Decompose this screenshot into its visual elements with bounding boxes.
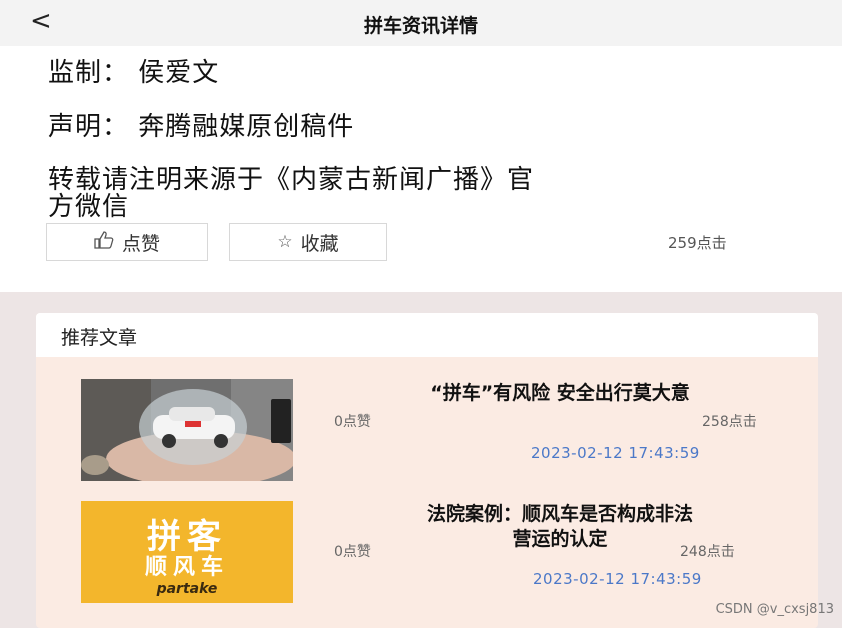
- article-title-1[interactable]: “拼车”有风险 安全出行莫大意: [336, 378, 784, 405]
- top-bar: < 拼车资讯详情: [0, 0, 842, 46]
- article-thumbnail-2[interactable]: 拼客 顺风车 partake: [81, 501, 293, 603]
- supervisor-line: 监制： 侯爱文: [48, 58, 220, 88]
- page-title: 拼车资讯详情: [363, 15, 478, 37]
- view-count: 259点击: [668, 234, 727, 252]
- watermark: CSDN @v_cxsj813: [715, 602, 834, 617]
- car-in-hands-image: [81, 379, 293, 481]
- reprint-line-2: 方微信: [48, 192, 130, 222]
- article-clicks-1: 258点击: [702, 414, 757, 430]
- like-button[interactable]: 点赞: [46, 223, 208, 261]
- article-likes-2: 0点赞: [334, 544, 371, 560]
- recommend-header: 推荐文章: [36, 313, 818, 357]
- thumbs-up-icon: [94, 230, 114, 254]
- favorite-label: 收藏: [300, 232, 339, 255]
- logo-text-sub: 顺风车: [144, 555, 229, 580]
- article-date-1: 2023-02-12 17:43:59: [531, 444, 700, 462]
- favorite-button[interactable]: ☆ 收藏: [229, 223, 387, 261]
- article-likes-1: 0点赞: [334, 414, 371, 430]
- recommend-card: 推荐文章 “拼车”有风险 安全出行莫大意 0点赞 258点击 2023-02-1…: [36, 313, 818, 628]
- logo-text-brand: partake: [156, 581, 218, 597]
- article-clicks-2: 248点击: [680, 544, 735, 560]
- like-label: 点赞: [121, 232, 160, 255]
- article-thumbnail-1[interactable]: [81, 379, 293, 481]
- statement-line: 声明： 奔腾融媒原创稿件: [48, 112, 355, 142]
- star-icon: ☆: [277, 232, 293, 252]
- rideshare-logo-image: 拼客 顺风车 partake: [81, 501, 293, 603]
- recommend-heading: 推荐文章: [61, 327, 138, 349]
- article-date-2: 2023-02-12 17:43:59: [533, 570, 702, 588]
